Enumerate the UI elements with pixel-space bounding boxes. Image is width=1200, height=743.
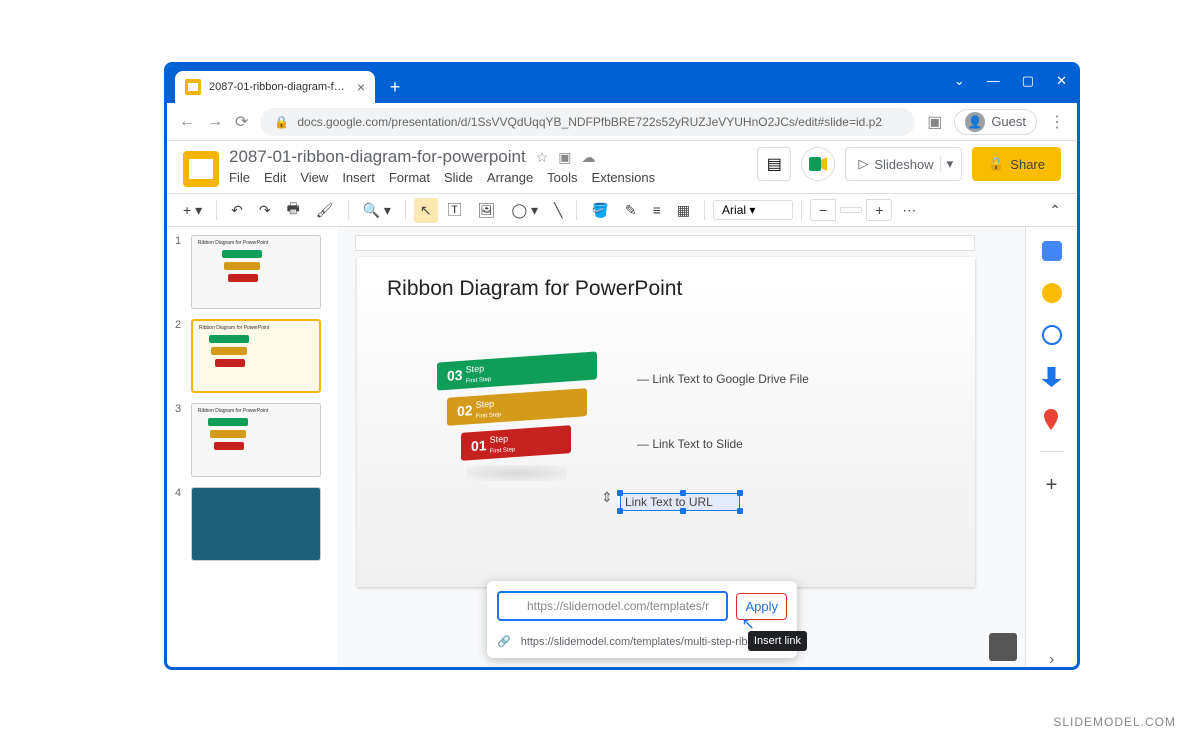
maximize-icon[interactable]: ▢ [1022, 73, 1034, 89]
browser-tab[interactable]: 2087-01-ribbon-diagram-for-po × [175, 71, 375, 103]
slides-favicon-icon [185, 79, 201, 95]
apply-link-button[interactable]: Apply ↖ [736, 593, 787, 620]
slides-logo-icon[interactable] [183, 151, 219, 187]
tab-title: 2087-01-ribbon-diagram-for-po [209, 81, 349, 93]
text-link-drive[interactable]: — Link Text to Google Drive File [637, 372, 809, 386]
slide-thumbnails: 1 Ribbon Diagram for PowerPoint 2 Ribbon… [167, 227, 337, 670]
menu-arrange[interactable]: Arrange [487, 170, 533, 185]
menu-tools[interactable]: Tools [547, 170, 577, 185]
insert-link-popup: 🔍 Apply ↖ Insert link 🔗 https://slidemod… [487, 581, 797, 658]
side-panel: + › [1025, 227, 1077, 670]
watermark: SLIDEMODEL.COM [1053, 715, 1176, 729]
move-icon[interactable]: ▣ [558, 149, 571, 166]
expand-side-icon[interactable]: › [1049, 651, 1054, 669]
font-select[interactable]: Arial ▾ [713, 200, 793, 220]
cloud-icon[interactable]: ☁ [582, 149, 596, 166]
url-text: docs.google.com/presentation/d/1SsVVQdUq… [297, 115, 882, 129]
zoom-icon[interactable]: 🔍 ▾ [357, 198, 397, 223]
play-icon: ▷ [858, 156, 868, 172]
thumbnail[interactable]: 1 Ribbon Diagram for PowerPoint [175, 235, 329, 309]
share-button[interactable]: 🔒 Share [972, 147, 1061, 181]
lock-icon: 🔒 [988, 156, 1004, 172]
link-url-input[interactable] [497, 591, 728, 621]
app-header: 2087-01-ribbon-diagram-for-powerpoint ☆ … [167, 141, 1077, 187]
border-dash-icon[interactable]: ▦ [671, 198, 696, 223]
meet-button[interactable] [801, 147, 835, 181]
reload-icon[interactable]: ⟳ [235, 112, 248, 132]
menu-view[interactable]: View [300, 170, 328, 185]
ribbon-diagram[interactable]: 03StepFirst Step 02StepFirst Step 01Step… [437, 357, 617, 481]
close-tab-icon[interactable]: × [357, 79, 365, 95]
line-icon[interactable]: ╲ [548, 198, 568, 223]
minimize-icon[interactable]: — [987, 73, 1000, 89]
link-icon: 🔗 [497, 635, 511, 648]
doc-title[interactable]: 2087-01-ribbon-diagram-for-powerpoint [229, 147, 526, 167]
thumbnail[interactable]: 3 Ribbon Diagram for PowerPoint [175, 403, 329, 477]
menu-slide[interactable]: Slide [444, 170, 473, 185]
thumbnail[interactable]: 2 Ribbon Diagram for PowerPoint [175, 319, 329, 393]
menu-insert[interactable]: Insert [342, 170, 375, 185]
slide-title[interactable]: Ribbon Diagram for PowerPoint [387, 277, 945, 301]
add-addon-icon[interactable]: + [1046, 474, 1058, 497]
reader-icon[interactable]: ▣ [927, 112, 942, 132]
ruler-horizontal [355, 235, 975, 251]
window-frame: 2087-01-ribbon-diagram-for-po × + ⌄ — ▢ … [164, 62, 1080, 670]
chevron-down-icon[interactable]: ⌄ [954, 73, 965, 89]
textbox-icon[interactable]: 🅃 [442, 196, 468, 224]
slide[interactable]: Ribbon Diagram for PowerPoint 03StepFirs… [357, 257, 975, 587]
kebab-menu-icon[interactable]: ⋮ [1049, 112, 1065, 132]
lock-icon: 🔒 [274, 115, 289, 129]
shape-icon[interactable]: ◯ ▾ [505, 198, 544, 223]
guest-label: Guest [991, 114, 1026, 129]
browser-titlebar: 2087-01-ribbon-diagram-for-po × + ⌄ — ▢ … [167, 65, 1077, 103]
menu-extensions[interactable]: Extensions [592, 170, 656, 185]
more-toolbar-icon[interactable]: ⋯ [896, 198, 922, 223]
select-tool-icon[interactable]: ↖ [414, 198, 438, 223]
paint-format-icon[interactable]: 🖌 [310, 198, 340, 223]
slideshow-button[interactable]: ▷ Slideshow ▾ [845, 147, 962, 181]
chevron-down-icon[interactable]: ▾ [940, 156, 954, 172]
close-window-icon[interactable]: ✕ [1056, 73, 1067, 89]
link-suggestion[interactable]: 🔗 https://slidemodel.com/templates/multi… [497, 635, 787, 648]
menu-bar: File Edit View Insert Format Slide Arran… [229, 170, 747, 185]
new-slide-button[interactable]: + ▾ [177, 198, 208, 223]
back-icon[interactable]: ← [179, 113, 195, 131]
toolbar: + ▾ ↶ ↷ 🖶 🖌 🔍 ▾ ↖ 🅃 🖼 ◯ ▾ ╲ 🪣 ✎ ≡ ▦ Aria… [167, 193, 1077, 227]
font-size-plus[interactable]: + [866, 199, 892, 221]
undo-icon[interactable]: ↶ [225, 198, 249, 223]
drag-handle-icon[interactable]: ⇕ [601, 489, 613, 506]
border-weight-icon[interactable]: ≡ [647, 198, 667, 222]
window-controls: ⌄ — ▢ ✕ [954, 73, 1067, 89]
thumbnail[interactable]: 4 [175, 487, 329, 561]
font-size-value[interactable] [840, 207, 862, 213]
selected-textbox[interactable]: Link Text to URL [620, 493, 740, 511]
font-size-minus[interactable]: − [810, 199, 836, 221]
address-bar: ← → ⟳ 🔒 docs.google.com/presentation/d/1… [167, 103, 1077, 141]
tasks-icon[interactable] [1042, 325, 1062, 345]
redo-icon[interactable]: ↷ [253, 198, 277, 223]
keep-icon[interactable] [1042, 283, 1062, 303]
new-tab-button[interactable]: + [383, 75, 407, 99]
star-icon[interactable]: ☆ [536, 149, 549, 166]
comment-history-button[interactable]: ▤ [757, 147, 791, 181]
explore-button[interactable] [989, 633, 1017, 661]
image-icon[interactable]: 🖼 [472, 198, 502, 223]
calendar-icon[interactable] [1042, 241, 1062, 261]
maps-icon[interactable] [1042, 409, 1062, 429]
collapse-toolbar-icon[interactable]: ⌃ [1043, 198, 1067, 223]
contacts-icon[interactable] [1042, 367, 1062, 387]
avatar-icon: 👤 [965, 112, 985, 132]
print-icon[interactable]: 🖶 [281, 194, 306, 226]
profile-chip[interactable]: 👤 Guest [954, 109, 1037, 135]
fill-color-icon[interactable]: 🪣 [585, 198, 614, 223]
menu-format[interactable]: Format [389, 170, 430, 185]
border-color-icon[interactable]: ✎ [619, 198, 643, 223]
text-link-slide[interactable]: — Link Text to Slide [637, 437, 743, 451]
menu-file[interactable]: File [229, 170, 250, 185]
url-field[interactable]: 🔒 docs.google.com/presentation/d/1SsVVQd… [260, 108, 915, 136]
tooltip: Insert link [748, 631, 807, 651]
menu-edit[interactable]: Edit [264, 170, 286, 185]
forward-icon[interactable]: → [207, 113, 223, 131]
